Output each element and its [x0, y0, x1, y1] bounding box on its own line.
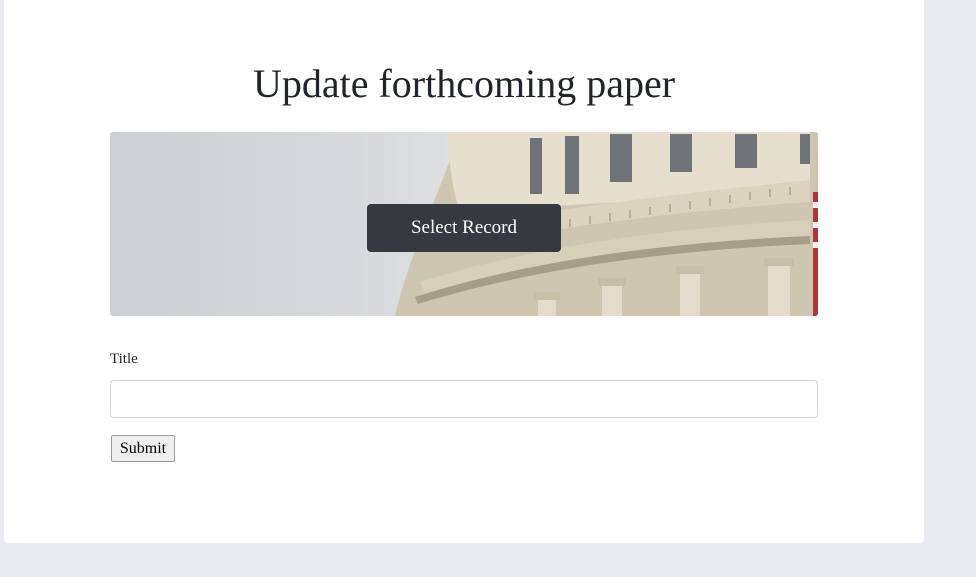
page-title: Update forthcoming paper [252, 61, 676, 106]
submit-button[interactable]: Submit [111, 435, 175, 462]
title-input[interactable] [110, 380, 818, 418]
title-label: Title [110, 351, 138, 367]
select-record-button[interactable]: Select Record [367, 204, 561, 252]
